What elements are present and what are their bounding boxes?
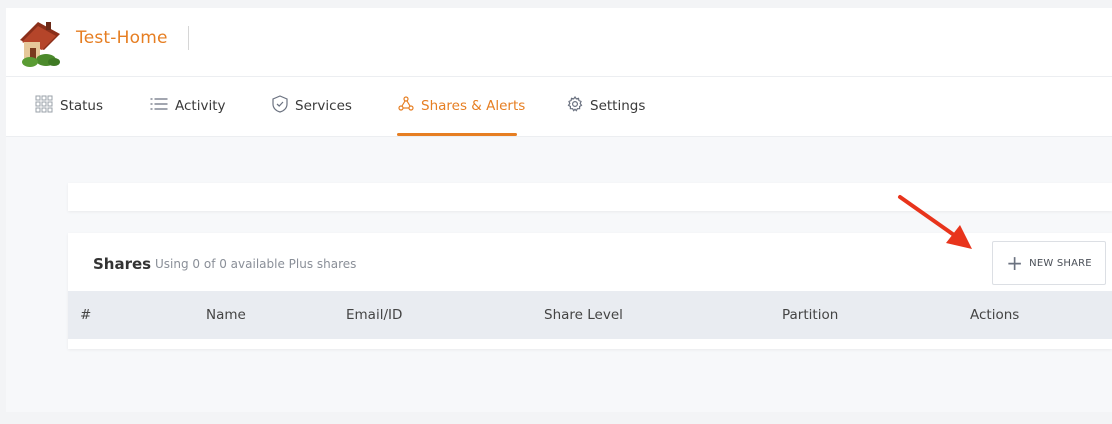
tab-status[interactable]: Status bbox=[35, 77, 103, 135]
house-logo-icon bbox=[16, 16, 66, 68]
list-icon bbox=[150, 96, 175, 116]
tab-bar: Status Activity Services Shares & Alerts… bbox=[6, 77, 1112, 135]
shares-title: Shares bbox=[93, 255, 152, 273]
shares-table-header: # Name Email/ID Share Level Partition Ac… bbox=[68, 291, 1112, 339]
tab-settings[interactable]: Settings bbox=[567, 77, 645, 135]
new-share-button[interactable]: + NEW SHARE bbox=[992, 241, 1106, 285]
tab-shares-alerts-label: Shares & Alerts bbox=[421, 98, 526, 114]
tab-services[interactable]: Services bbox=[272, 77, 352, 135]
grid-icon bbox=[35, 95, 60, 117]
tab-shares-alerts[interactable]: Shares & Alerts bbox=[398, 77, 525, 135]
tab-activity[interactable]: Activity bbox=[150, 77, 226, 135]
column-header-number: # bbox=[80, 307, 92, 323]
column-header-name: Name bbox=[206, 307, 246, 323]
tab-settings-label: Settings bbox=[590, 98, 646, 114]
title-divider bbox=[188, 26, 189, 50]
header: Test-Home bbox=[6, 8, 1112, 76]
tab-services-label: Services bbox=[295, 98, 352, 114]
app-title: Test-Home bbox=[76, 28, 168, 48]
shield-icon bbox=[272, 95, 295, 117]
column-header-actions: Actions bbox=[970, 307, 1020, 323]
shares-subtitle: Using 0 of 0 available Plus shares bbox=[155, 257, 357, 271]
tab-activity-label: Activity bbox=[175, 98, 226, 114]
column-header-partition: Partition bbox=[782, 307, 839, 323]
plus-icon: + bbox=[1006, 251, 1024, 275]
column-header-share-level: Share Level bbox=[544, 307, 623, 323]
annotation-arrow-icon bbox=[888, 187, 978, 261]
tab-status-label: Status bbox=[60, 98, 104, 114]
new-share-label: NEW SHARE bbox=[1029, 257, 1092, 269]
content-area: Shares Using 0 of 0 available Plus share… bbox=[6, 137, 1112, 412]
column-header-email-id: Email/ID bbox=[346, 307, 403, 323]
gear-icon bbox=[567, 95, 590, 116]
share-nodes-icon bbox=[398, 96, 421, 116]
